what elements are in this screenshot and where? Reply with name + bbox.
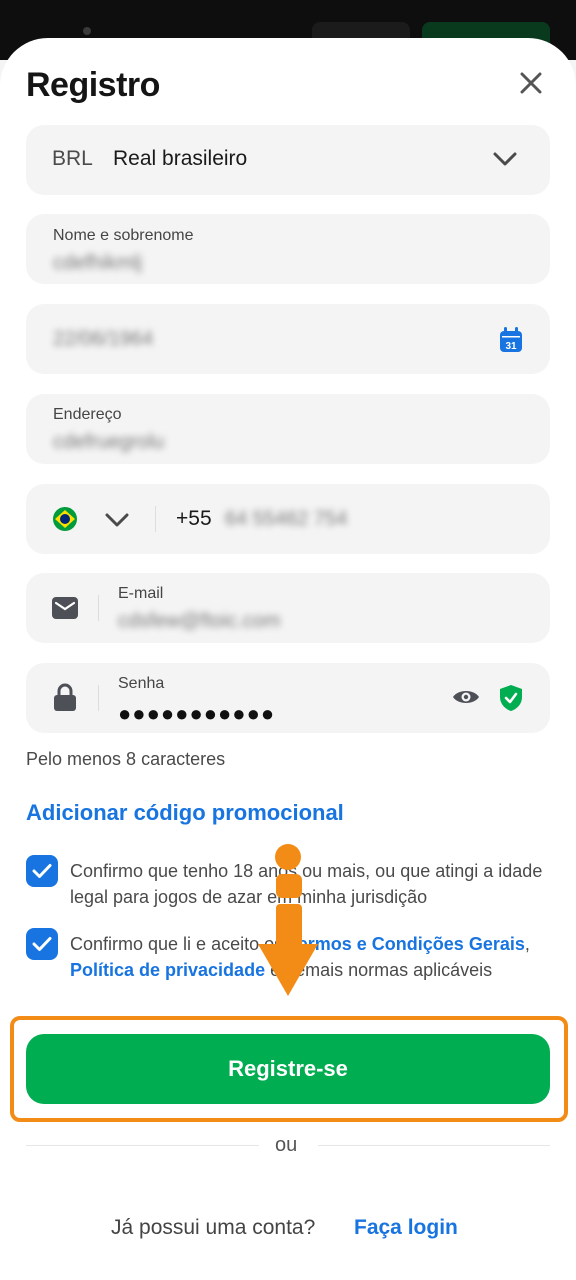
password-divider [98,685,99,711]
phone-divider [155,506,156,532]
currency-name: Real brasileiro [113,147,248,170]
calendar-day-text: 31 [505,341,517,352]
show-password-eye-icon[interactable] [452,688,480,706]
password-field[interactable]: Senha ●●●●●●●●●●● [26,663,550,733]
email-field[interactable]: E-mail cdsfew@ftoic.com [26,573,550,643]
email-value: cdsfew@ftoic.com [118,610,281,632]
privacy-policy-link[interactable]: Política de privacidade [70,960,265,980]
close-icon[interactable] [514,66,548,100]
birthdate-field[interactable]: 22/06/1964 31 [26,304,550,374]
password-hint: Pelo menos 8 caracteres [26,749,226,769]
checkmark-icon [32,864,52,878]
terms-comma: , [524,934,530,954]
address-field[interactable]: Endereço cdefruegrolu [26,394,550,464]
name-field[interactable]: Nome e sobrenome cdefhikmlj [26,214,550,284]
password-value: ●●●●●●●●●●● [118,701,276,726]
password-label: Senha [118,675,165,692]
calendar-icon[interactable]: 31 [499,327,523,353]
login-link[interactable]: Faça login [354,1216,458,1240]
login-question: Já possui uma conta? [111,1216,316,1239]
currency-code: BRL [52,147,93,170]
terms-confirm-checkbox[interactable] [26,928,58,960]
brazil-flag-icon[interactable] [52,506,78,532]
phone-country-code: +55 [176,507,212,530]
address-value: cdefruegrolu [53,431,165,453]
or-divider-left [26,1145,259,1146]
email-label: E-mail [118,585,164,602]
shield-check-icon [500,685,522,711]
email-divider [98,595,99,621]
page-title: Registro [26,66,160,104]
annotation-arrow-icon [258,844,318,996]
or-divider-right [318,1145,550,1146]
or-text: ou [275,1134,298,1156]
checkmark-icon [32,937,52,951]
age-confirm-checkbox[interactable] [26,855,58,887]
add-promo-code-link[interactable]: Adicionar código promocional [26,800,344,826]
lock-icon [54,683,76,711]
background-dot [83,27,91,35]
currency-select[interactable]: BRL Real brasileiro [26,125,550,195]
birthdate-value: 22/06/1964 [53,328,154,350]
address-label: Endereço [53,406,122,423]
name-label: Nome e sobrenome [53,227,194,244]
chevron-down-icon [493,152,517,166]
name-value: cdefhikmlj [53,252,142,274]
register-button[interactable]: Registre-se [26,1034,550,1104]
phone-number: 64 55462 754 [225,508,348,530]
envelope-icon [52,597,78,619]
country-chevron-down-icon[interactable] [105,512,129,528]
phone-field[interactable]: +55 64 55462 754 [26,484,550,554]
